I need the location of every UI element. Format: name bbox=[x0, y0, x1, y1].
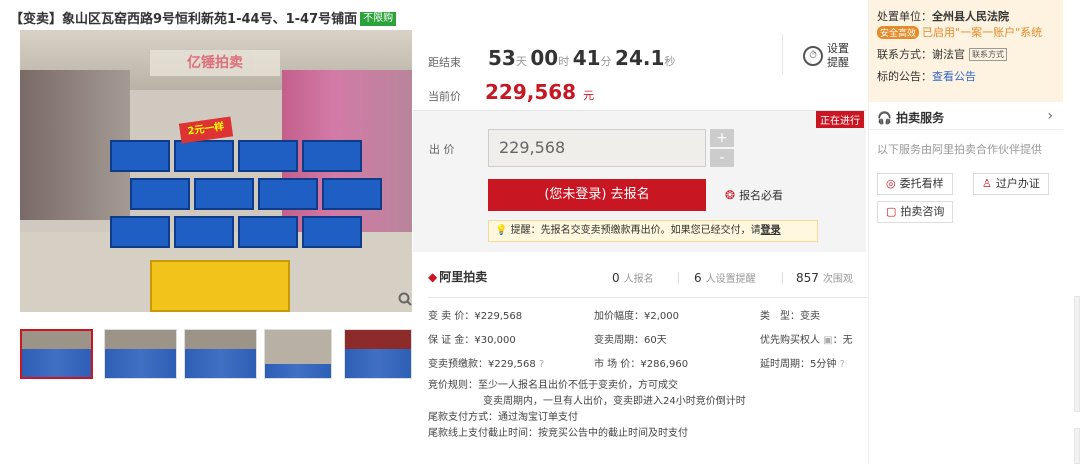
deposit: 保 证 金：¥30,000 bbox=[428, 335, 516, 346]
bid-label: 出 价 bbox=[429, 143, 455, 156]
photo-bins bbox=[110, 140, 382, 260]
view-notice-link[interactable]: 查看公告 bbox=[932, 70, 976, 83]
stats-row: ◆ 阿里拍卖 0 人报名 6 人设置提醒 857 次围观 bbox=[428, 268, 868, 288]
logo-icon: ◆ bbox=[428, 270, 438, 284]
phone-icon[interactable]: 联系方式 bbox=[969, 48, 1007, 61]
title-text: 【变卖】象山区瓦窑西路9号恒利新苑1-44号、1-47号铺面 bbox=[10, 12, 358, 27]
delay-period: 延时周期：5分钟 ? bbox=[760, 359, 845, 370]
right-panel: 处置单位：全州县人民法院 安全高效 已启用"一案一账户"系统 联系方式：谢法官 联系… bbox=[868, 0, 1063, 464]
photo-yellow-bin bbox=[150, 260, 290, 312]
signup-count: 0 人报名 bbox=[612, 271, 654, 285]
help-icon[interactable]: ? bbox=[840, 359, 845, 370]
status-badge: 正在进行 bbox=[816, 111, 864, 128]
countdown-row: 距结束 53天 00时 41分 24.1秒 bbox=[428, 44, 868, 74]
entrust-viewing-button[interactable]: ◎ 委托看样 bbox=[877, 173, 953, 195]
auction-rules: 竞价规则：至少一人报名且出价不低于变卖价，方可成交 变卖周期内，一旦有人出价，变… bbox=[428, 378, 868, 442]
current-price-label: 当前价 bbox=[428, 90, 461, 103]
bulb-icon: 💡 bbox=[495, 225, 508, 236]
decrease-bid-button[interactable]: - bbox=[710, 149, 734, 167]
countdown-label: 距结束 bbox=[428, 56, 461, 69]
rule-line: 尾款线上支付截止时间：按竞买公告中的截止时间及时支付 bbox=[428, 428, 688, 439]
thumbnail-4[interactable] bbox=[264, 329, 332, 379]
rule-line: 尾款支付方式：通过淘宝订单支付 bbox=[428, 412, 578, 423]
thumbnail-5[interactable] bbox=[344, 329, 412, 379]
purchase-badge: 不限购 bbox=[360, 12, 397, 26]
court-system: 安全高效 已启用"一案一账户"系统 bbox=[877, 24, 1055, 40]
thumbnail-1[interactable] bbox=[20, 329, 93, 379]
help-icon[interactable]: ? bbox=[539, 359, 544, 370]
thumbnail-2[interactable] bbox=[104, 329, 177, 379]
court-box: 处置单位：全州县人民法院 安全高效 已启用"一案一账户"系统 联系方式：谢法官 联系… bbox=[869, 0, 1063, 102]
info-icon: ▣ bbox=[823, 335, 833, 346]
chevron-right-icon: › bbox=[1047, 108, 1053, 124]
services-subtitle: 以下服务由阿里拍卖合作伙伴提供 bbox=[877, 143, 1042, 156]
priority-buyer: 优先购买权人 ▣：无 bbox=[760, 335, 853, 346]
edge-toolbar[interactable] bbox=[1074, 296, 1080, 412]
current-price-value: 229,568 元 bbox=[485, 80, 595, 104]
auction-type: 类 型：变卖 bbox=[760, 311, 820, 322]
consult-button[interactable]: ▢ 拍卖咨询 bbox=[877, 201, 954, 223]
market-price: 市 场 价：¥286,960 bbox=[594, 359, 689, 370]
countdown-timer: 53天 00时 41分 24.1秒 bbox=[488, 46, 676, 70]
person-icon: ♙ bbox=[982, 177, 992, 190]
photo-banner: 亿锤拍卖 bbox=[150, 50, 280, 76]
court-notice: 标的公告：查看公告 bbox=[877, 70, 976, 83]
rule-line: 变卖周期内，一旦有人出价，变卖即进入24小时竞价倒计时 bbox=[483, 396, 746, 407]
bid-input[interactable]: 229,568 bbox=[488, 129, 706, 167]
period: 变卖周期：60天 bbox=[594, 335, 667, 346]
view-count: 857 次围观 bbox=[796, 271, 853, 285]
magnifier-icon[interactable] bbox=[398, 292, 414, 308]
divider bbox=[782, 34, 783, 74]
location-icon: ◎ bbox=[886, 177, 896, 190]
edge-toolbar[interactable] bbox=[1074, 428, 1080, 464]
login-link[interactable]: 登录 bbox=[761, 225, 781, 236]
divider bbox=[428, 297, 868, 298]
court-contact: 联系方式：谢法官 联系方式 bbox=[877, 46, 1055, 62]
shield-icon: 安全高效 bbox=[877, 26, 920, 39]
rule-line: 竞价规则：至少一人报名且出价不低于变卖价，方可成交 bbox=[428, 380, 678, 391]
signup-button[interactable]: (您未登录) 去报名 bbox=[488, 179, 706, 211]
book-icon: ❂ bbox=[725, 188, 736, 202]
sale-price: 变 卖 价：¥229,568 bbox=[428, 311, 523, 322]
page-title: 【变卖】象山区瓦窑西路9号恒利新苑1-44号、1-47号铺面 不限购 bbox=[10, 8, 865, 28]
thumbnail-3[interactable] bbox=[184, 329, 257, 379]
chat-icon: ▢ bbox=[886, 205, 897, 218]
current-price-row: 当前价 229,568 元 bbox=[428, 80, 868, 104]
clock-icon: ⏱ bbox=[803, 46, 823, 66]
reminder-label: 设置提醒 bbox=[827, 42, 849, 69]
increase-bid-button[interactable]: + bbox=[710, 129, 734, 147]
login-tip: 💡 提醒：先报名交变卖预缴款再出价。如果您已经交付，请登录 bbox=[488, 220, 818, 242]
must-read-link[interactable]: ❂ 报名必看 bbox=[725, 187, 783, 203]
court-unit: 处置单位：全州县人民法院 bbox=[877, 10, 1009, 23]
bid-panel: 正在进行 出 价 229,568 + - (您未登录) 去报名 ❂ 报名必看 💡 … bbox=[413, 110, 866, 252]
set-reminder-button[interactable]: ⏱ 设置提醒 bbox=[803, 42, 857, 72]
thumbnail-strip bbox=[20, 329, 412, 379]
ali-auction-logo: ◆ 阿里拍卖 bbox=[428, 270, 488, 284]
prepay: 变卖预缴款：¥229,568 ? bbox=[428, 359, 545, 370]
increment: 加价幅度：¥2,000 bbox=[594, 311, 679, 322]
main-photo[interactable]: 亿锤拍卖 2元一样 bbox=[20, 30, 412, 312]
transfer-button[interactable]: ♙ 过户办证 bbox=[973, 173, 1049, 195]
services-header[interactable]: 🎧 拍卖服务 › bbox=[869, 104, 1063, 130]
reminder-count: 6 人设置提醒 bbox=[694, 271, 756, 285]
